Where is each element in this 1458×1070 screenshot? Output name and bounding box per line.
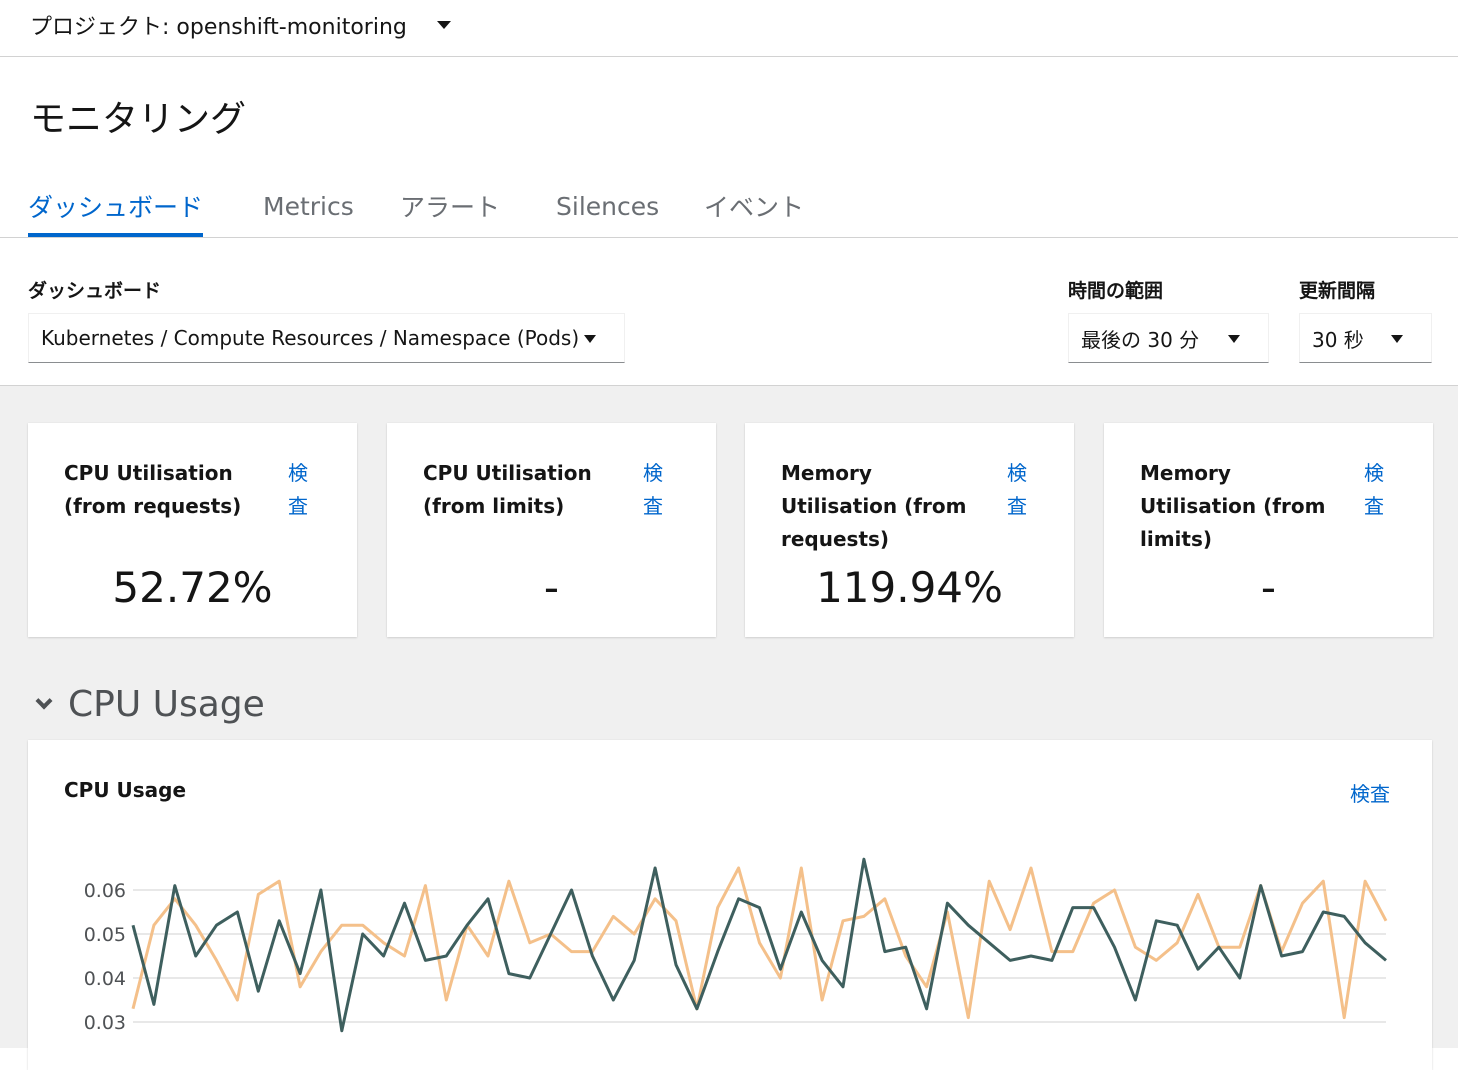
tab-dashboards[interactable]: ダッシュボード xyxy=(28,175,204,237)
stat-card-cpu-requests: CPU Utilisation (from requests) 検査 52.72… xyxy=(28,423,357,637)
tab-metrics[interactable]: Metrics xyxy=(263,175,354,237)
y-tick-label: 0.05 xyxy=(84,924,126,946)
card-title: Memory Utilisation (from limits) xyxy=(1140,461,1326,551)
caret-down-icon xyxy=(1228,335,1240,343)
card-title: Memory Utilisation (from requests) xyxy=(781,461,967,551)
card-value: - xyxy=(1260,563,1277,612)
chevron-down-icon xyxy=(35,692,53,709)
caret-down-icon xyxy=(436,21,451,29)
card-value: 52.72% xyxy=(112,563,273,612)
inspect-link[interactable]: 検査 xyxy=(288,457,310,523)
inspect-link[interactable]: 検査 xyxy=(1364,457,1386,523)
card-title: CPU Utilisation (from limits) xyxy=(423,461,592,518)
stat-card-memory-limits: Memory Utilisation (from limits) 検査 - xyxy=(1104,423,1433,637)
card-title: CPU Utilisation (from requests) xyxy=(64,461,242,518)
caret-down-icon xyxy=(584,335,596,343)
dashboard-controls: ダッシュボード Kubernetes / Compute Resources /… xyxy=(0,238,1458,386)
card-value: 119.94% xyxy=(816,563,1003,612)
inspect-link[interactable]: 検査 xyxy=(1007,457,1029,523)
project-selector[interactable]: プロジェクト: openshift-monitoring xyxy=(30,9,451,41)
tab-alerts[interactable]: アラート xyxy=(400,175,500,237)
stat-card-cpu-limits: CPU Utilisation (from limits) 検査 - xyxy=(387,423,716,637)
section-title: CPU Usage xyxy=(68,684,265,725)
refresh-interval-label: 更新間隔 xyxy=(1299,280,1376,302)
section-toggle-cpu-usage[interactable]: CPU Usage xyxy=(32,684,265,725)
project-bar: プロジェクト: openshift-monitoring xyxy=(0,0,1458,57)
card-value: - xyxy=(543,563,560,612)
dashboard-value: Kubernetes / Compute Resources / Namespa… xyxy=(41,326,580,350)
dashboard-content: CPU Utilisation (from requests) 検査 52.72… xyxy=(0,386,1458,1070)
chart-panel-cpu-usage: CPU Usage 検査 0.06 0.05 0.04 0.03 xyxy=(28,740,1432,1070)
y-tick-label: 0.06 xyxy=(84,880,126,902)
tab-silences[interactable]: Silences xyxy=(556,175,659,237)
time-range-value: 最後の 30 分 xyxy=(1081,327,1200,352)
time-range-label: 時間の範囲 xyxy=(1068,280,1164,302)
tab-events[interactable]: イベント xyxy=(704,175,804,237)
dashboard-label: ダッシュボード xyxy=(28,280,162,302)
y-tick-label: 0.04 xyxy=(84,968,126,990)
tab-bar: ダッシュボード Metrics アラート Silences イベント xyxy=(0,175,1458,238)
dashboard-dropdown[interactable]: Kubernetes / Compute Resources / Namespa… xyxy=(28,313,625,363)
stat-card-memory-requests: Memory Utilisation (from requests) 検査 11… xyxy=(745,423,1074,637)
y-tick-label: 0.03 xyxy=(84,1012,126,1034)
refresh-interval-dropdown[interactable]: 30 秒 xyxy=(1299,313,1432,363)
inspect-link[interactable]: 検査 xyxy=(643,457,665,523)
project-label: プロジェクト: openshift-monitoring xyxy=(30,15,407,40)
page-title: モニタリング xyxy=(30,99,247,140)
cpu-usage-chart: 0.06 0.05 0.04 0.03 xyxy=(84,857,1388,1034)
time-range-dropdown[interactable]: 最後の 30 分 xyxy=(1068,313,1269,363)
refresh-interval-value: 30 秒 xyxy=(1312,327,1364,352)
caret-down-icon xyxy=(1391,335,1403,343)
